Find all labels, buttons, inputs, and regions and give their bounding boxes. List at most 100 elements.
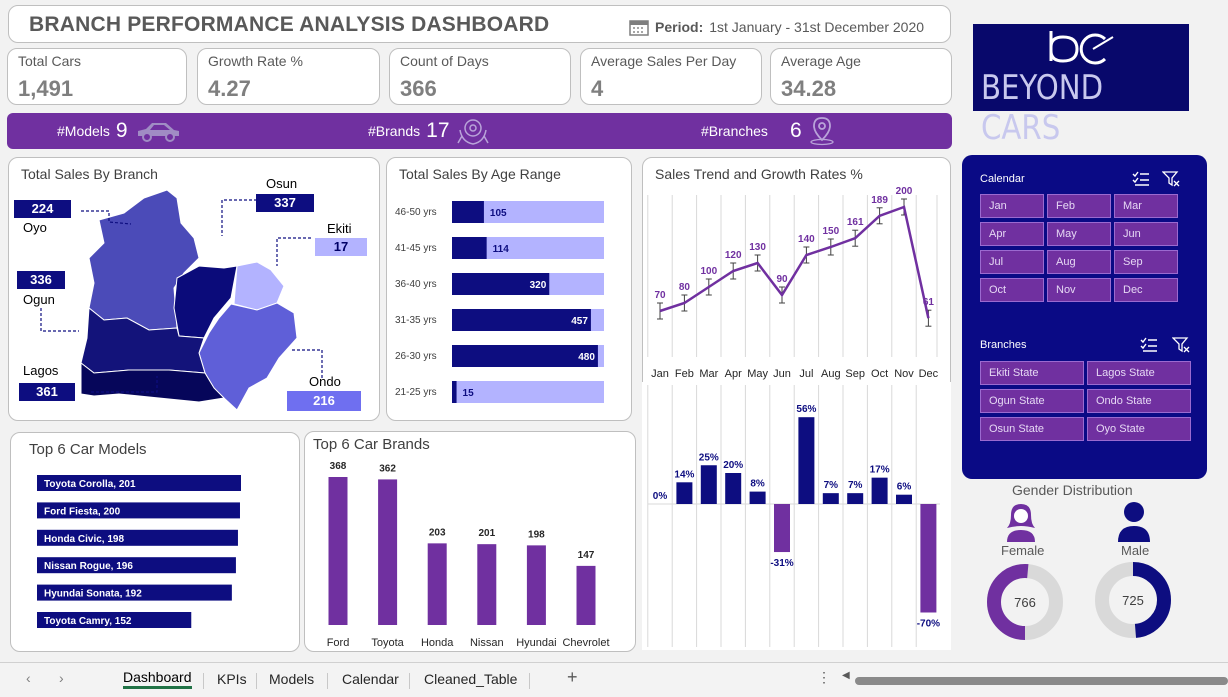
month-button-dec[interactable]: Dec [1114,278,1178,302]
trend-data-label: 189 [871,195,888,206]
age-bar [452,381,457,403]
age-data-label: 15 [463,388,475,399]
add-sheet-icon[interactable]: + [567,667,578,688]
multi-select-icon[interactable] [1140,337,1158,353]
tab-calendar[interactable]: Calendar [342,671,399,687]
clear-filter-icon[interactable] [1172,337,1190,353]
dashboard-title: BRANCH PERFORMANCE ANALYSIS DASHBOARD [29,13,550,36]
age-bar-bg [452,381,604,403]
calendar-slicer-title: Calendar [980,173,1025,185]
kpi-count-of-days: Count of Days 366 [389,48,571,105]
growth-data-label: 7% [824,480,839,491]
kpi-value: 4.27 [208,76,251,101]
period: Period: 1st January - 31st December 2020 [629,18,924,36]
title-box: BRANCH PERFORMANCE ANALYSIS DASHBOARD Pe… [8,5,951,43]
tab-divider [256,673,257,689]
tab-kpis[interactable]: KPIs [217,671,247,687]
age-bar [452,237,487,259]
filter-panel: Calendar Jan Feb Mar Apr May Jun Jul Aug Sep Oct N… [962,155,1207,479]
kpi-growth-rate: Growth Rate % 4.27 [197,48,380,105]
month-button-nov[interactable]: Nov [1047,278,1111,302]
branches-label: #Branches [701,123,768,139]
branch-button-ogun[interactable]: Ogun State [980,389,1084,413]
logo-text: BEYOND CARS [981,68,1104,148]
ondo-value: 216 [287,391,361,411]
brand-tick-label: Toyota [371,637,404,649]
tab-dashboard[interactable]: Dashboard [123,669,192,689]
brand-tick-label: Nissan [470,637,504,649]
gender-value: 725 [1122,593,1144,608]
trend-data-label: 70 [654,290,666,301]
month-tick-label: Aug [821,368,841,380]
month-button-apr[interactable]: Apr [980,222,1044,246]
leader-ekiti [276,237,311,266]
kpi-label: Growth Rate % [208,53,303,69]
age-bar [452,309,591,331]
tab-divider [327,673,328,689]
horizontal-scrollbar[interactable] [855,677,1228,685]
month-button-mar[interactable]: Mar [1114,194,1178,218]
tab-cleaned-table[interactable]: Cleaned_Table [424,671,517,687]
month-button-feb[interactable]: Feb [1047,194,1111,218]
growth-bar [822,493,839,504]
month-button-jul[interactable]: Jul [980,250,1044,274]
month-button-jan[interactable]: Jan [980,194,1044,218]
model-data-label: Toyota Camry, 152 [44,616,132,627]
growth-data-label: 7% [848,480,863,491]
month-button-may[interactable]: May [1047,222,1111,246]
multi-select-icon[interactable] [1132,171,1150,187]
branch-button-ekiti[interactable]: Ekiti State [980,361,1084,385]
period-value: 1st January - 31st December 2020 [709,19,925,35]
growth-data-label: 17% [870,465,890,476]
model-data-label: Hyundai Sonata, 192 [44,589,142,600]
calendar-icon [629,20,649,36]
models-stat: #Models 9 [57,113,182,149]
month-tick-label: Jul [799,368,813,380]
gender-title: Gender Distribution [1012,482,1133,498]
branch-button-lagos[interactable]: Lagos State [1087,361,1191,385]
age-data-label: 480 [578,352,595,363]
growth-data-label: -31% [770,558,793,569]
brand-data-label: 368 [330,461,347,472]
growth-bar [700,465,717,504]
more-options-icon[interactable]: ⋮ [817,669,831,686]
growth-bar [847,493,864,504]
month-button-aug[interactable]: Aug [1047,250,1111,274]
age-tick-label: 31-35 yrs [395,315,437,326]
models-value: 9 [115,119,128,142]
month-button-sep[interactable]: Sep [1114,250,1178,274]
scroll-left-icon[interactable]: ‹ [26,670,31,686]
month-tick-label: Dec [919,368,939,380]
top-models-chart: Toyota Corolla, 201 Ford Fiesta, 200 Honda… [37,475,241,628]
age-data-label: 320 [530,280,547,291]
oyo-value: 224 [14,200,71,218]
growth-bar [920,504,937,613]
month-tick-label: Nov [894,368,914,380]
branches-slicer-title: Branches [980,339,1027,351]
branch-button-oyo[interactable]: Oyo State [1087,417,1191,441]
clear-filter-icon[interactable] [1162,171,1180,187]
tab-models[interactable]: Models [269,671,314,687]
brand-bar [526,545,546,625]
ekiti-value: 17 [315,238,367,256]
growth-bar [749,491,766,504]
brand-tick-label: Ford [327,637,350,649]
branch-button-osun[interactable]: Osun State [980,417,1084,441]
model-data-label: Honda Civic, 198 [44,534,124,545]
month-button-oct[interactable]: Oct [980,278,1044,302]
month-tick-label: Mar [699,368,718,380]
age-bar [452,345,598,367]
brands-label: #Brands [368,123,421,139]
month-button-jun[interactable]: Jun [1114,222,1178,246]
scroll-right-icon[interactable]: › [59,670,64,686]
branch-button-ondo[interactable]: Ondo State [1087,389,1191,413]
age-data-label: 457 [571,316,588,327]
hscroll-left-icon[interactable]: ◀ [842,670,850,681]
age-tick-label: 36-40 yrs [395,279,437,290]
age-data-label: 114 [493,244,510,255]
trend-data-label: 100 [700,266,717,277]
branches-stat: #Branches 6 [701,113,836,149]
month-tick-label: Jan [651,368,669,380]
period-label: Period: [655,19,704,35]
kpi-total-cars: Total Cars 1,491 [7,48,187,105]
